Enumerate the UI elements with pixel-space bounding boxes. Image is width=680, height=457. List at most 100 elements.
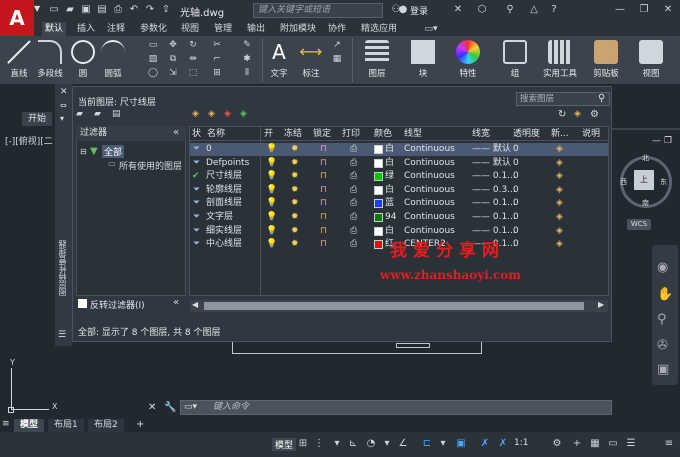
open-folder-icon[interactable]: ▰ [64, 4, 76, 16]
circle-button[interactable]: 圆 [70, 40, 96, 79]
tree-collapse-icon[interactable]: ⊟ [80, 147, 87, 156]
linetype[interactable]: Continuous [404, 197, 455, 210]
gear-icon[interactable]: ⚙ [590, 109, 599, 120]
tab-addins[interactable]: 附加模块 [277, 22, 319, 36]
linetype[interactable]: Continuous [404, 143, 455, 156]
model-space-button[interactable]: 模型 [272, 438, 297, 451]
close-icon[interactable]: ✕ [662, 4, 674, 16]
printer-icon[interactable]: ⎙ [350, 143, 357, 156]
triangle-icon[interactable]: △ [528, 4, 540, 16]
color-swatch[interactable] [374, 185, 383, 195]
lock-icon[interactable]: ⊓ [320, 197, 327, 210]
layer-settings-icon[interactable]: ◈ [574, 109, 581, 119]
col-transparency[interactable]: 透明度 [513, 128, 540, 140]
col-linetype[interactable]: 线型 [404, 128, 422, 140]
snap-icon[interactable]: ⋮ [312, 437, 326, 451]
lock-icon[interactable]: ⊓ [320, 238, 327, 251]
trim-icon[interactable]: ✂ [210, 40, 224, 50]
delete-layer-icon[interactable]: ◈ [224, 109, 231, 119]
orbit-icon[interactable]: ✇ [657, 338, 668, 353]
refresh-icon[interactable]: ↻ [558, 109, 566, 120]
save-as-icon[interactable]: ▤ [96, 4, 108, 16]
bulb-icon[interactable]: 💡 [266, 170, 277, 183]
col-name[interactable]: 名称 [207, 128, 225, 140]
printer-icon[interactable]: ⎙ [350, 238, 357, 251]
lock-icon[interactable]: ⊓ [320, 170, 327, 183]
exchange-icon[interactable]: ✕ [452, 4, 464, 16]
move-icon[interactable]: ✥ [166, 40, 180, 50]
plot-icon[interactable]: ⎙ [112, 4, 124, 16]
new-vp-freeze-icon[interactable]: ◈ [556, 157, 563, 170]
color-swatch[interactable] [374, 158, 383, 168]
linetype[interactable]: Continuous [404, 184, 455, 197]
lineweight-icon[interactable]: ▾ [436, 437, 450, 451]
viewport-controls[interactable]: [-][俯视][二 [5, 134, 53, 147]
rotate-icon[interactable]: ↻ [186, 40, 200, 50]
table-row[interactable]: ⏷ 文字层 💡 ✹ ⊓ ⎙ 94 Continuous —— 0.1... 0 ◈ [190, 211, 608, 224]
table-row[interactable]: ⏷ 0 💡 ✹ ⊓ ⎙ 白 Continuous —— 默认 0 ◈ [190, 143, 608, 156]
lock-icon[interactable]: ⊓ [320, 143, 327, 156]
lineweight[interactable]: —— 0.1... [472, 211, 516, 224]
array-icon[interactable]: ⊞ [210, 68, 224, 78]
transparency[interactable]: 0 [513, 170, 519, 183]
layer-states-icon[interactable]: ▤ [112, 109, 121, 119]
app-logo-button[interactable]: A [0, 0, 34, 36]
close-cmdline-icon[interactable]: ✕ [148, 402, 156, 413]
plus-icon[interactable]: + [570, 437, 584, 451]
viewcube-top-face[interactable]: 上 [634, 170, 654, 190]
tab-insert[interactable]: 插入 [74, 22, 98, 36]
transparency[interactable]: 0 [513, 184, 519, 197]
collapse-icon[interactable]: « [173, 297, 179, 308]
table-row[interactable]: ⏷ 轮廓线层 💡 ✹ ⊓ ⎙ 白 Continuous —— 0.3... 0 ◈ [190, 184, 608, 197]
showmotion-icon[interactable]: ▣ [657, 362, 669, 377]
collapse-icon[interactable]: « [173, 127, 179, 138]
fillet-icon[interactable]: ⌐ [210, 54, 224, 64]
tab-scroll-icon[interactable]: ≡ [2, 419, 10, 429]
reverse-filter-checkbox[interactable] [78, 299, 87, 308]
mirror-icon[interactable]: ⇹ [186, 54, 200, 64]
properties-button[interactable]: 特性 [454, 40, 482, 79]
transparency[interactable]: 0 [513, 143, 519, 156]
color-swatch[interactable] [374, 172, 383, 182]
tab-annotate[interactable]: 注释 [104, 22, 128, 36]
rectangle-icon[interactable]: ▭ [146, 40, 160, 50]
erase-icon[interactable]: ✎ [240, 40, 254, 50]
multileader-icon[interactable]: ↗ [330, 40, 344, 50]
chevron-down-icon[interactable]: ▼ [34, 4, 40, 13]
sun-icon[interactable]: ✹ [291, 197, 299, 210]
printer-icon[interactable]: ⎙ [350, 170, 357, 183]
clean-screen-icon[interactable]: ☰ [624, 437, 638, 451]
customize-icon[interactable]: ≡ [662, 437, 676, 451]
scroll-left-icon[interactable]: ◀ [192, 300, 198, 309]
new-vp-freeze-icon[interactable]: ◈ [556, 170, 563, 183]
clipboard-button[interactable]: 剪贴板 [588, 40, 624, 79]
new-property-filter-icon[interactable]: ▰ [76, 109, 83, 119]
redo-icon[interactable]: ↷ [144, 4, 156, 16]
lineweight[interactable]: —— 默认 [472, 157, 511, 170]
pan-hand-icon[interactable]: ✋ [657, 287, 673, 302]
sun-icon[interactable]: ✹ [291, 170, 299, 183]
search-input[interactable]: 键入关键字或短语 [253, 3, 383, 18]
ellipse-icon[interactable]: ◯ [146, 68, 160, 78]
tab-layout2[interactable]: 布局2 [88, 419, 124, 432]
col-new-vp[interactable]: 新... [551, 128, 569, 140]
transparency[interactable]: 0 [513, 238, 519, 251]
palette-title-strip[interactable] [55, 84, 72, 346]
tab-overflow-icon[interactable]: ▭▾ [420, 22, 442, 36]
printer-icon[interactable]: ⎙ [350, 157, 357, 170]
new-group-filter-icon[interactable]: ▰ [94, 109, 101, 119]
col-status[interactable]: 状 [192, 128, 201, 140]
color-swatch[interactable] [374, 145, 383, 154]
ortho-icon[interactable]: ⊾ [346, 437, 360, 451]
offset-icon[interactable]: ⫴ [240, 68, 254, 78]
filter-all-item[interactable]: 全部 [102, 145, 125, 158]
printer-icon[interactable]: ⎙ [350, 225, 357, 238]
layers-button[interactable]: 图层 [360, 40, 394, 79]
text-button[interactable]: A 文字 [266, 40, 292, 79]
close-palette-icon[interactable]: ✕ [60, 87, 68, 97]
lineweight[interactable]: —— 默认 [472, 143, 511, 156]
tab-start[interactable]: 开始 [22, 112, 53, 126]
transparency[interactable]: 0 [513, 225, 519, 238]
lock-icon[interactable]: ⊓ [320, 157, 327, 170]
selection-cycling-icon[interactable]: ▣ [454, 437, 468, 451]
